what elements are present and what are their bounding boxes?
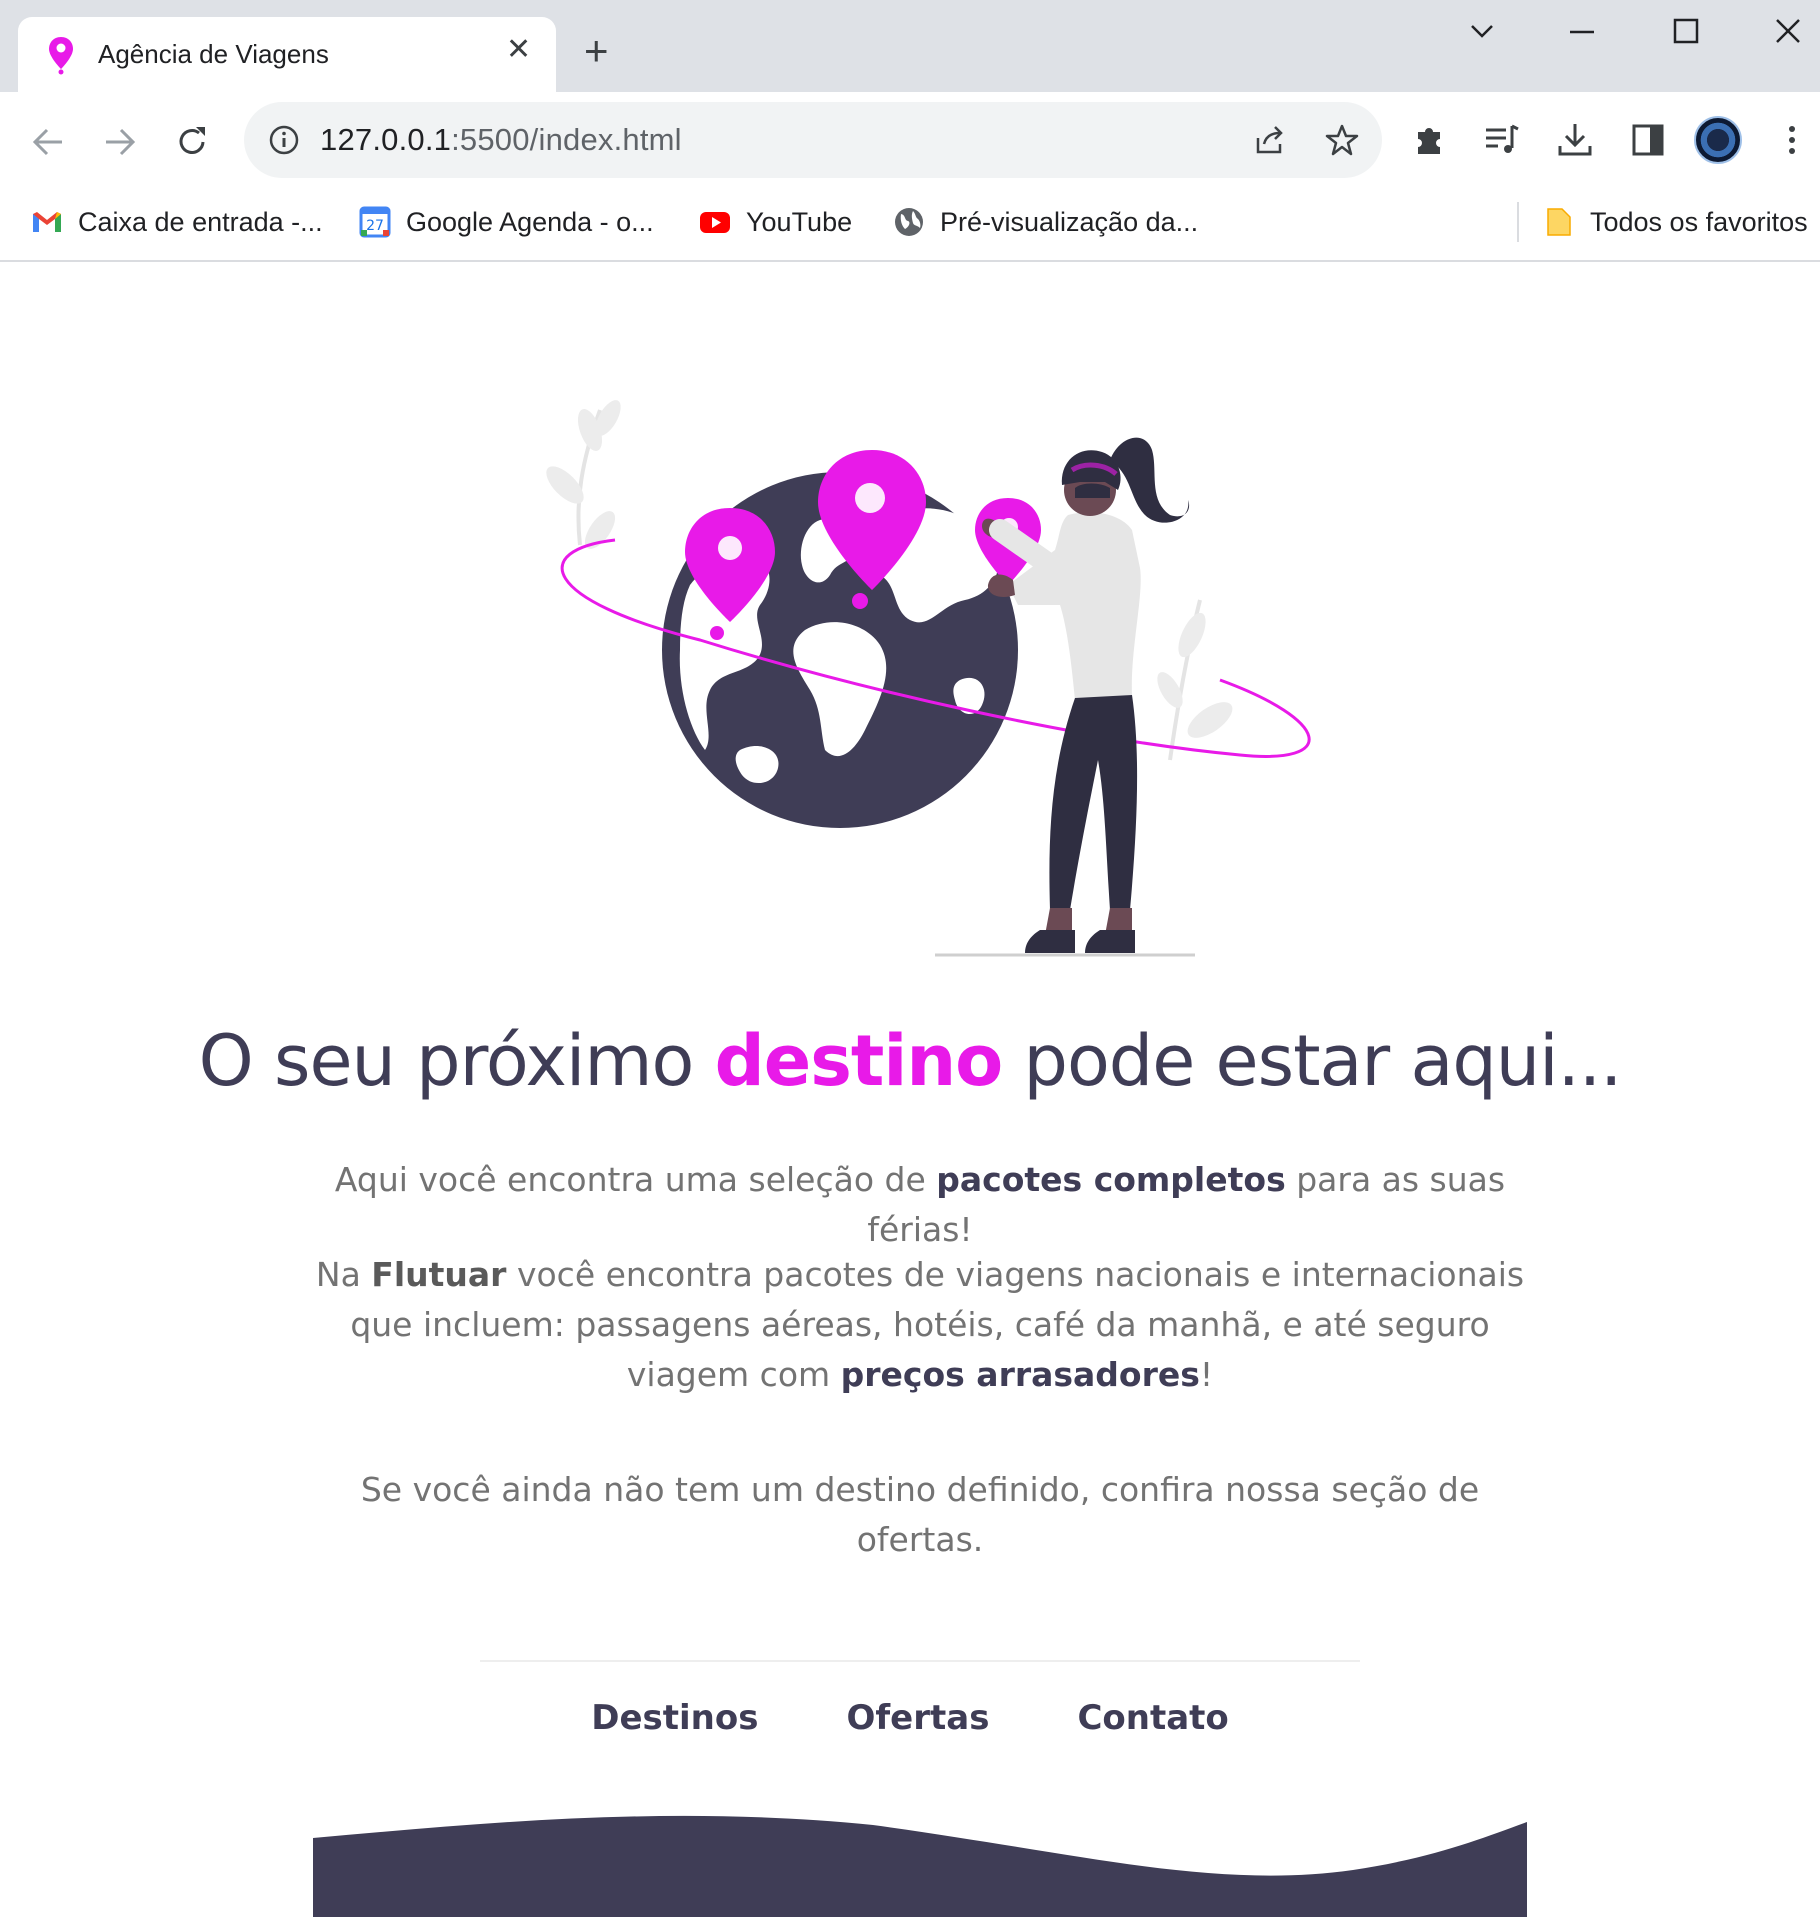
- bookmark-all-favorites[interactable]: Todos os favoritos: [1542, 202, 1808, 242]
- url-text[interactable]: 127.0.0.1:5500/index.html: [320, 122, 682, 158]
- headline-accent: destino: [714, 1020, 1004, 1102]
- back-arrow-icon[interactable]: [28, 122, 68, 162]
- p2-before: Na: [315, 1255, 372, 1294]
- bookmark-label: Caixa de entrada -...: [78, 206, 323, 237]
- bookmark-label: Google Agenda - o...: [406, 206, 654, 237]
- maximize-icon[interactable]: [1664, 12, 1708, 52]
- intro-paragraph-1: Aqui você encontra uma seleção de pacote…: [300, 1155, 1540, 1255]
- headline-text-after: pode estar aqui...: [1002, 1020, 1623, 1102]
- browser-toolbar: 127.0.0.1:5500/index.html: [0, 92, 1820, 188]
- leaf-decoration-right: [1157, 599, 1233, 761]
- address-bar[interactable]: 127.0.0.1:5500/index.html: [244, 102, 1382, 178]
- nav-link-ofertas[interactable]: Ofertas: [846, 1698, 989, 1738]
- intro-paragraph-2: Na Flutuar você encontra pacotes de viag…: [300, 1250, 1540, 1400]
- more-menu-icon[interactable]: [1772, 120, 1812, 160]
- nav-link-contato[interactable]: Contato: [1077, 1698, 1228, 1738]
- map-pin-icon: [49, 37, 73, 75]
- bookmarks-separator: [1517, 202, 1519, 242]
- share-icon[interactable]: [1252, 122, 1288, 158]
- profile-avatar[interactable]: [1694, 116, 1742, 164]
- gmail-icon: [33, 212, 61, 232]
- bookmarks-bar: Caixa de entrada -... 27 Google Agenda -…: [0, 188, 1820, 262]
- url-host: 127.0.0.1: [320, 122, 452, 157]
- calendar-icon: 27: [359, 206, 391, 238]
- bookmark-label: YouTube: [746, 206, 853, 237]
- travel-illustration: [546, 400, 1311, 957]
- footer-nav: Destinos Ofertas Contato: [0, 1698, 1820, 1738]
- globe-icon: [895, 208, 923, 236]
- browser-tab-active[interactable]: Agência de Viagens ✕: [18, 17, 556, 92]
- minimize-icon[interactable]: [1560, 12, 1604, 52]
- download-icon[interactable]: [1555, 120, 1595, 160]
- reload-icon[interactable]: [172, 122, 212, 162]
- forward-arrow-icon[interactable]: [100, 122, 140, 162]
- site-info-icon[interactable]: [268, 124, 300, 156]
- p1-highlight: pacotes completos: [936, 1160, 1286, 1199]
- intro-paragraph-3: Se você ainda não tem um destino definid…: [360, 1470, 1480, 1559]
- leaf-decoration-left: [546, 400, 621, 549]
- youtube-icon: [700, 212, 730, 233]
- folder-icon: [1547, 208, 1571, 236]
- p2-after: !: [1199, 1355, 1214, 1394]
- p2-highlight: preços arrasadores: [840, 1355, 1200, 1394]
- section-divider: [480, 1660, 1360, 1662]
- tab-strip: Agência de Viagens ✕ +: [0, 0, 1820, 92]
- nav-link-destinos[interactable]: Destinos: [591, 1698, 758, 1738]
- bookmark-gmail[interactable]: Caixa de entrada -...: [30, 202, 323, 242]
- bookmark-label: Todos os favoritos: [1590, 206, 1808, 237]
- footer-wave: [313, 1815, 1527, 1917]
- tab-search-chevron-icon[interactable]: [1460, 12, 1504, 52]
- bookmark-label: Pré-visualização da...: [940, 206, 1199, 237]
- calendar-day: 27: [366, 218, 384, 234]
- headline-text-before: O seu próximo: [198, 1020, 715, 1102]
- bookmark-google-agenda[interactable]: 27 Google Agenda - o...: [358, 202, 654, 242]
- side-panel-icon[interactable]: [1628, 120, 1668, 160]
- bookmark-youtube[interactable]: YouTube: [698, 202, 852, 242]
- bookmark-preview[interactable]: Pré-visualização da...: [892, 202, 1198, 242]
- tab-title: Agência de Viagens: [98, 39, 329, 69]
- page-headline: O seu próximo destino pode estar aqui...: [0, 1020, 1820, 1102]
- p2-brand: Flutuar: [371, 1255, 507, 1294]
- new-tab-button[interactable]: +: [584, 30, 609, 72]
- close-window-icon[interactable]: [1766, 12, 1810, 52]
- p1-before: Aqui você encontra uma seleção de: [334, 1160, 937, 1199]
- media-queue-icon[interactable]: [1482, 120, 1522, 160]
- close-tab-icon[interactable]: ✕: [506, 35, 531, 65]
- bookmark-star-icon[interactable]: [1324, 122, 1360, 158]
- url-path: :5500/index.html: [451, 122, 682, 157]
- extensions-puzzle-icon[interactable]: [1410, 120, 1450, 160]
